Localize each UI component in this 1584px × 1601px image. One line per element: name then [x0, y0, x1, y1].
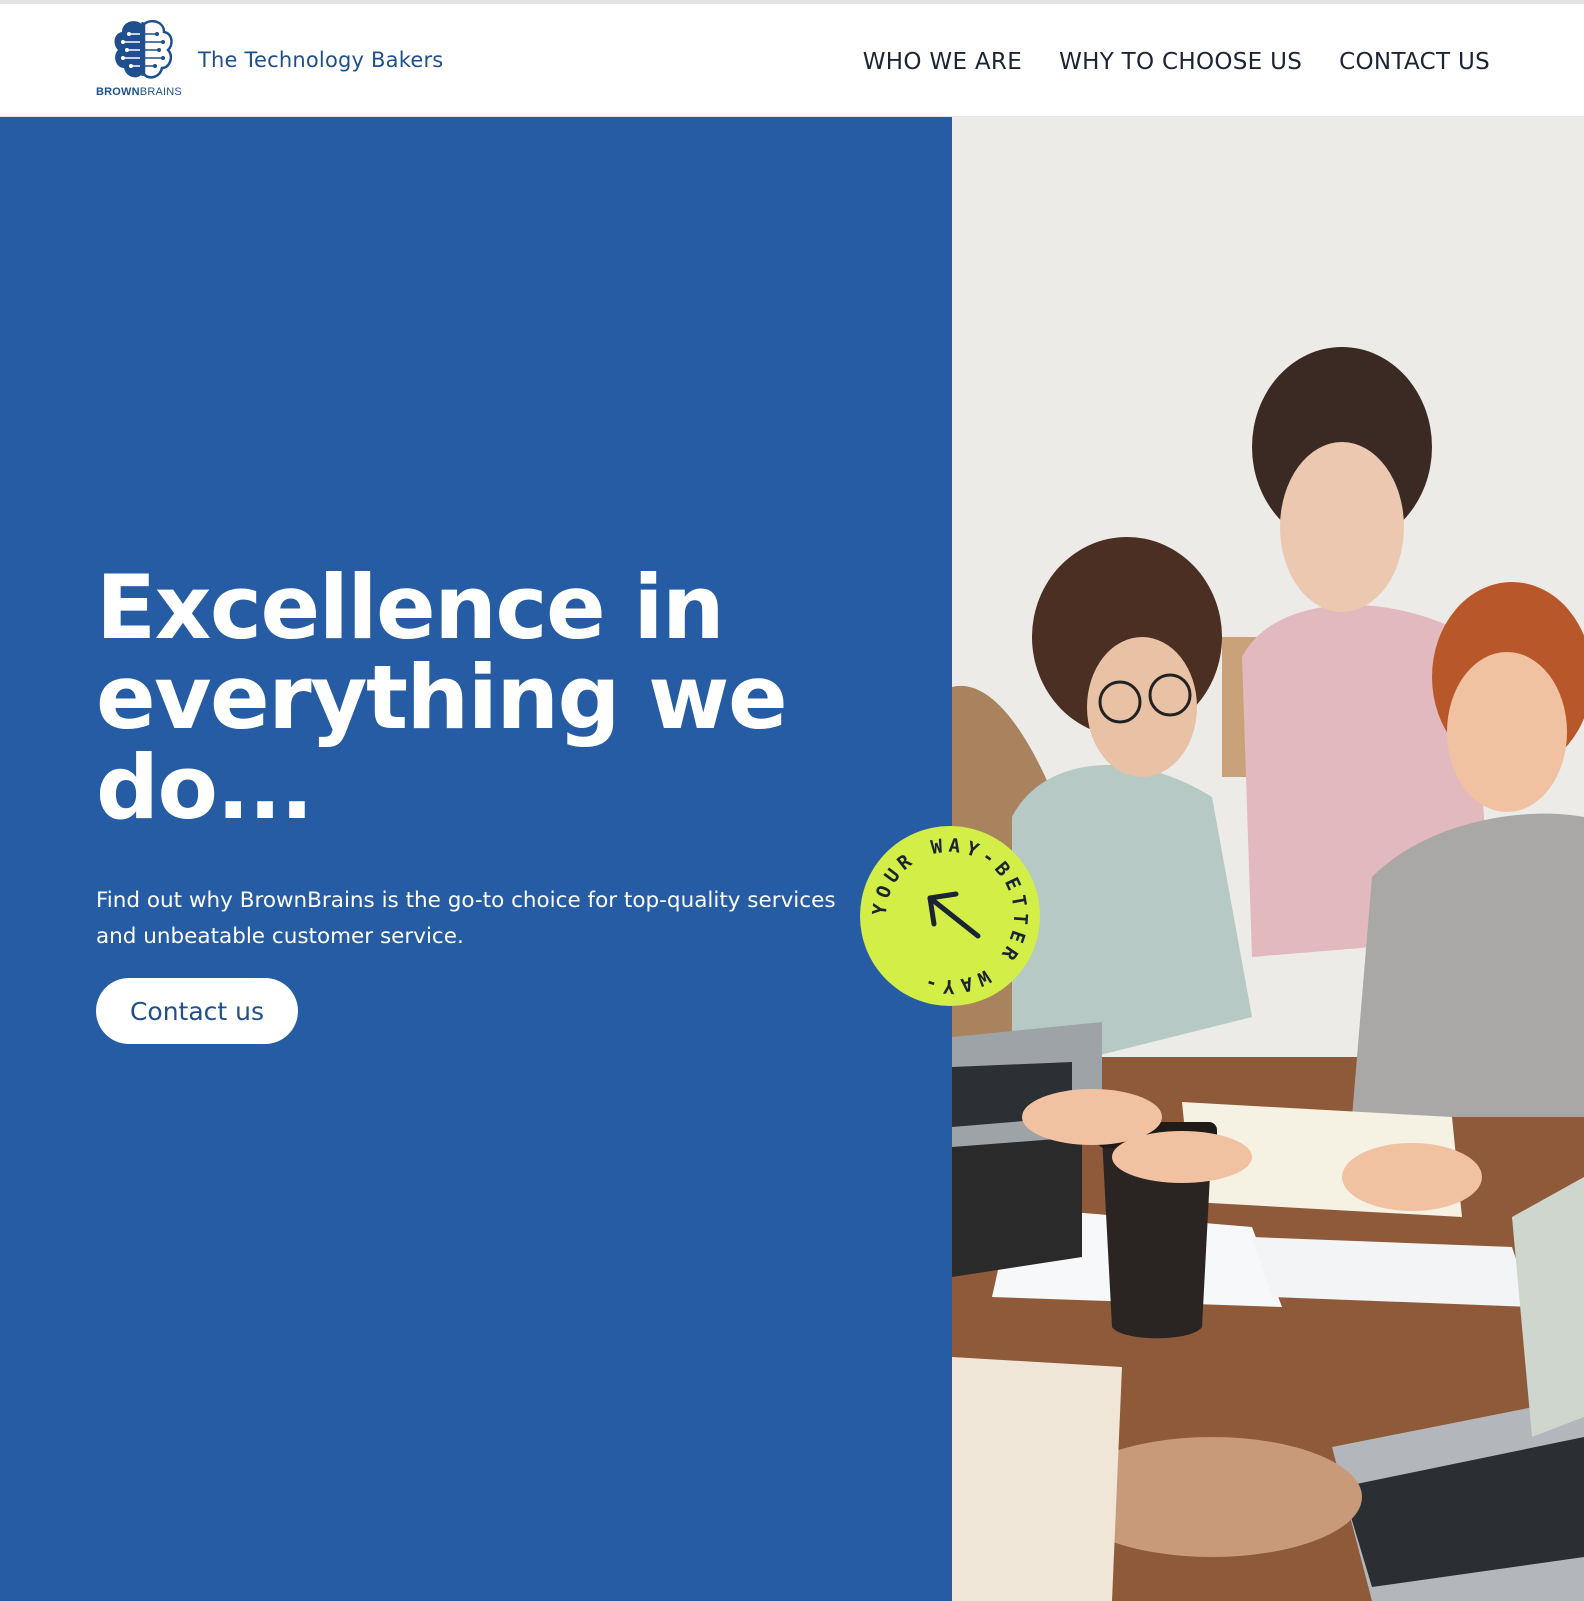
nav-why-choose-us[interactable]: WHY TO CHOOSE US [1059, 49, 1302, 75]
subtext-line-1: Find out why BrownBrains is the go-to ch… [96, 888, 836, 913]
headline-line-1: Excellence in [96, 556, 725, 659]
brownbrains-logo[interactable]: BROWNBRAINS [96, 20, 188, 104]
main-nav: WHO WE ARE WHY TO CHOOSE US CONTACT US [863, 49, 1490, 75]
headline-line-3: do... [96, 736, 314, 839]
nav-who-we-are[interactable]: WHO WE ARE [863, 49, 1022, 75]
site-tagline: The Technology Bakers [198, 48, 444, 72]
nav-contact-us[interactable]: CONTACT US [1339, 49, 1490, 75]
hero-panel [0, 117, 952, 1601]
hero-subtext: Find out why BrownBrains is the go-to ch… [96, 883, 876, 955]
subtext-line-2: and unbeatable customer service. [96, 924, 464, 949]
your-way-better-way-badge[interactable]: YOUR WAY-BETTER WAY- [858, 824, 1042, 1008]
headline-line-2: everything we [96, 646, 788, 749]
logo-wordmark: BROWNBRAINS [96, 86, 182, 98]
site-header: BROWNBRAINS The Technology Bakers WHO WE… [0, 4, 1584, 117]
brain-circuit-icon [114, 20, 173, 79]
contact-us-button[interactable]: Contact us [96, 978, 298, 1044]
hero-headline: Excellence in everything we do... [96, 563, 816, 833]
team-meeting-photo [952, 117, 1584, 1601]
